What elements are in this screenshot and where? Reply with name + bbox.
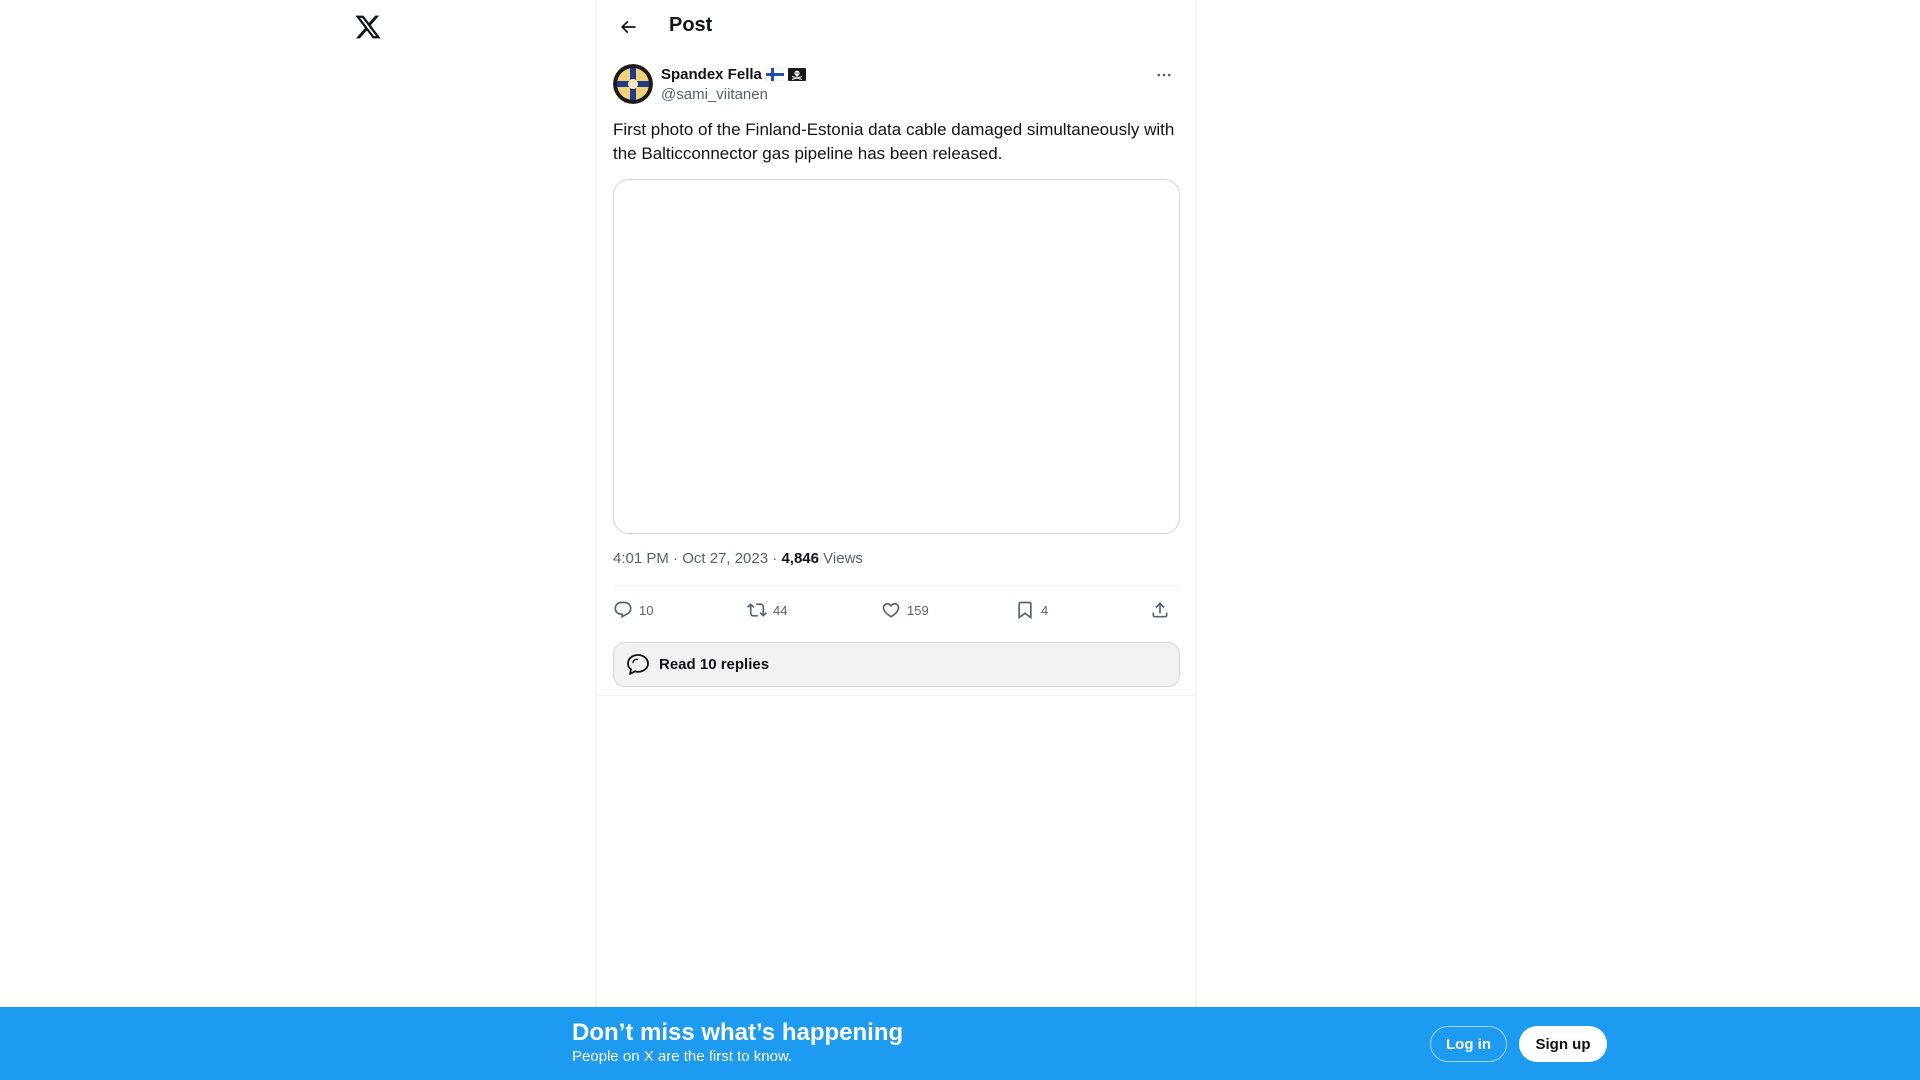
- post-author: Spandex Fella @sami_viitanen: [613, 64, 1179, 108]
- views-label: Views: [823, 550, 863, 567]
- banner-title: Don’t miss what’s happening: [572, 1019, 904, 1046]
- bookmark-button[interactable]: 4: [1015, 593, 1048, 627]
- reply-icon: [614, 601, 632, 619]
- more-horizontal-icon: [1157, 73, 1171, 77]
- pirate-flag-icon: [787, 68, 806, 81]
- login-button[interactable]: Log in: [1430, 1026, 1507, 1062]
- read-replies-button[interactable]: Read 10 replies: [613, 642, 1180, 687]
- reply-count: 10: [639, 602, 654, 618]
- finland-flag-icon: [765, 68, 784, 81]
- author-display-name[interactable]: Spandex Fella: [661, 66, 762, 83]
- share-icon: [1152, 602, 1168, 618]
- post-media[interactable]: [613, 179, 1180, 534]
- post-actions: 10 44 159 4: [613, 593, 1180, 627]
- repost-button[interactable]: 44: [747, 593, 787, 627]
- divider: [613, 585, 1180, 586]
- repost-icon: [747, 603, 767, 617]
- signup-banner: Don’t miss what’s happening People on X …: [0, 1007, 1920, 1080]
- post-column: Post Spandex Fella @sami_viitanen First …: [596, 0, 1197, 1080]
- meta-separator: ·: [768, 550, 782, 567]
- like-button[interactable]: 159: [881, 593, 929, 627]
- more-options-button[interactable]: [1149, 64, 1179, 86]
- conversation-bubble-icon: [627, 653, 649, 675]
- read-replies-label: Read 10 replies: [659, 656, 770, 673]
- heart-icon: [882, 602, 900, 618]
- share-button[interactable]: [1150, 593, 1170, 627]
- repost-count: 44: [773, 602, 788, 618]
- post-text: First photo of the Finland-Estonia data …: [613, 120, 1175, 163]
- avatar[interactable]: [613, 64, 653, 104]
- post-timestamp[interactable]: 4:01 PM · Oct 27, 2023: [613, 550, 768, 567]
- x-logo-icon[interactable]: [354, 13, 382, 41]
- bookmark-count: 4: [1041, 602, 1049, 618]
- post-metadata: 4:01 PM · Oct 27, 2023 · 4,846 Views: [613, 550, 863, 567]
- reply-button[interactable]: 10: [613, 593, 653, 627]
- author-handle[interactable]: @sami_viitanen: [661, 86, 768, 103]
- arrow-left-icon: [620, 20, 636, 34]
- banner-subtitle: People on X are the first to know.: [572, 1048, 793, 1065]
- divider: [597, 695, 1197, 696]
- like-count: 159: [907, 602, 929, 618]
- signup-button[interactable]: Sign up: [1519, 1026, 1607, 1062]
- views-count: 4,846: [781, 550, 819, 567]
- post-header: Post: [597, 0, 1197, 53]
- page-title: Post: [669, 14, 713, 36]
- bookmark-icon: [1018, 601, 1032, 620]
- back-button[interactable]: [611, 10, 645, 44]
